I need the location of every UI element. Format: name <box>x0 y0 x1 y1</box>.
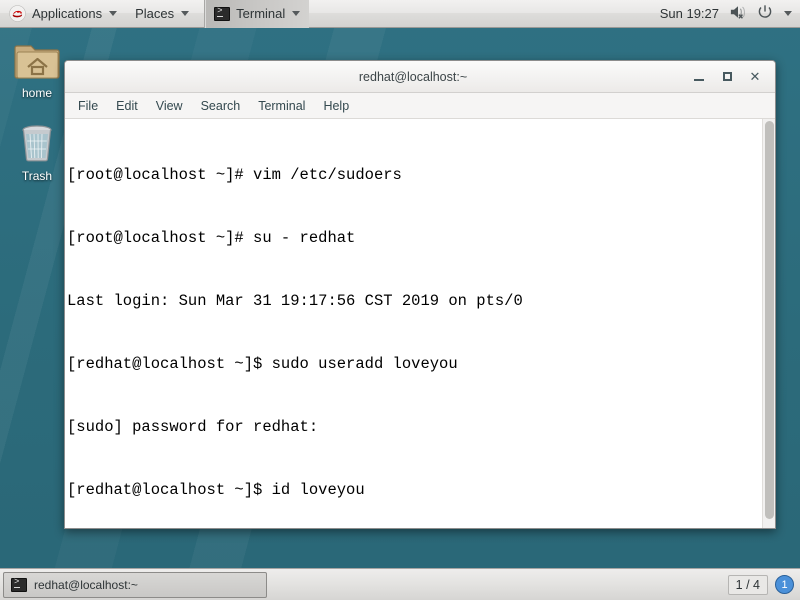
places-menu[interactable]: Places <box>126 0 198 28</box>
close-icon: ✕ <box>749 68 761 84</box>
desktop-icon-home-label: home <box>21 86 53 100</box>
terminal-body[interactable]: [root@localhost ~]# vim /etc/sudoers [ro… <box>65 119 775 528</box>
close-button[interactable]: ✕ <box>741 63 769 91</box>
menu-edit[interactable]: Edit <box>107 93 147 119</box>
chevron-down-icon <box>292 11 301 16</box>
terminal-window-menu-label: Terminal <box>236 6 286 21</box>
terminal-line: Last login: Sun Mar 31 19:17:56 CST 2019… <box>67 292 523 310</box>
menubar: File Edit View Search Terminal Help <box>65 93 775 119</box>
terminal-line: [redhat@localhost ~]$ sudo useradd lovey… <box>67 355 458 373</box>
menu-terminal[interactable]: Terminal <box>249 93 314 119</box>
bottom-panel-status-area: 1 / 4 1 <box>727 574 800 595</box>
window-title: redhat@localhost:~ <box>358 69 468 84</box>
menu-search[interactable]: Search <box>192 93 250 119</box>
desktop-icon-trash-label: Trash <box>21 169 53 183</box>
volume-muted-icon[interactable] <box>729 4 747 23</box>
bottom-panel: redhat@localhost:~ 1 / 4 1 <box>0 568 800 600</box>
clock[interactable]: Sun 19:27 <box>660 6 719 21</box>
chevron-down-icon[interactable] <box>784 11 792 16</box>
terminal-line: [root@localhost ~]# vim /etc/sudoers <box>67 166 402 184</box>
power-icon[interactable] <box>757 4 773 23</box>
panel-status-area: Sun 19:27 <box>660 4 800 23</box>
places-menu-label: Places <box>135 6 175 21</box>
home-folder-icon <box>2 36 72 84</box>
menu-file[interactable]: File <box>69 93 107 119</box>
top-panel: Applications Places Terminal Sun 19:27 <box>0 0 800 28</box>
minimize-button[interactable] <box>685 63 713 91</box>
terminal-window-menu[interactable]: Terminal <box>204 0 310 28</box>
desktop-icon-home[interactable]: home <box>2 36 72 100</box>
terminal-icon <box>214 6 231 21</box>
desktop-icon-trash[interactable]: Trash <box>2 119 72 183</box>
window-titlebar[interactable]: redhat@localhost:~ ✕ <box>65 61 775 93</box>
menu-view[interactable]: View <box>147 93 192 119</box>
chevron-down-icon <box>181 11 190 16</box>
terminal-window[interactable]: redhat@localhost:~ ✕ File Edit View Sear… <box>64 60 776 529</box>
terminal-line: [root@localhost ~]# su - redhat <box>67 229 356 247</box>
terminal-scrollbar[interactable] <box>762 119 775 528</box>
workspace-badge[interactable]: 1 <box>775 575 794 594</box>
maximize-icon <box>722 72 732 81</box>
applications-menu[interactable]: Applications <box>0 0 126 28</box>
terminal-icon <box>11 577 27 592</box>
terminal-scrollbar-thumb[interactable] <box>765 121 774 519</box>
taskbar-window-button-label: redhat@localhost:~ <box>34 577 138 592</box>
menu-help[interactable]: Help <box>314 93 358 119</box>
redhat-logo-icon <box>9 5 26 22</box>
workspace-indicator[interactable]: 1 / 4 <box>727 574 768 595</box>
trash-icon <box>2 119 72 167</box>
chevron-down-icon <box>109 11 118 16</box>
terminal-line: [sudo] password for redhat: <box>67 418 319 436</box>
minimize-icon <box>694 79 704 81</box>
taskbar-window-button[interactable]: redhat@localhost:~ <box>3 571 267 598</box>
maximize-button[interactable] <box>713 63 741 91</box>
terminal-line: [redhat@localhost ~]$ id loveyou <box>67 481 365 499</box>
applications-menu-label: Applications <box>32 6 103 21</box>
terminal-output[interactable]: [root@localhost ~]# vim /etc/sudoers [ro… <box>65 119 762 528</box>
